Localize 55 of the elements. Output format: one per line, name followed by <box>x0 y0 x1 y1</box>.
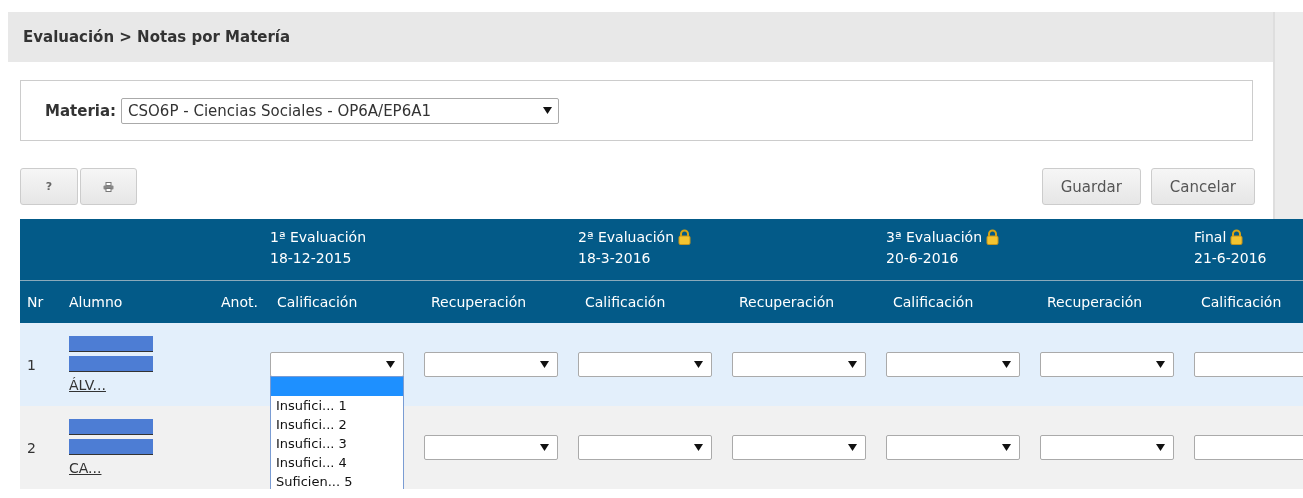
column-header: Recuperación <box>431 294 527 310</box>
grade-select[interactable] <box>1040 435 1174 460</box>
subject-label: Materia: <box>45 101 117 120</box>
caret-icon <box>540 444 549 451</box>
period-date: 20-6-2016 <box>886 250 959 266</box>
column-header: Calificación <box>585 294 666 310</box>
caret-icon <box>848 444 857 451</box>
period-title: 1ª Evaluación <box>270 229 367 245</box>
period-date: 18-3-2016 <box>578 250 651 266</box>
caret-icon <box>848 361 857 368</box>
save-button[interactable]: Guardar <box>1041 168 1141 205</box>
caret-icon <box>386 361 395 368</box>
column-header: Nr <box>27 294 44 310</box>
column-header: Anot. <box>221 294 258 310</box>
caret-icon <box>694 361 703 368</box>
caret-icon <box>1002 444 1011 451</box>
grade-select[interactable] <box>424 435 558 460</box>
grade-select[interactable] <box>578 435 712 460</box>
student-name-link[interactable]: ÁLV... <box>69 375 106 394</box>
printer-icon <box>103 181 114 192</box>
subject-select[interactable]: CSO6P - Ciencias Sociales - OP6A/EP6A1 <box>121 97 560 124</box>
caret-icon <box>694 444 703 451</box>
row-number: 1 <box>26 356 36 373</box>
row-number: 2 <box>26 439 36 456</box>
grade-select[interactable] <box>270 352 404 377</box>
help-button[interactable]: ? <box>20 168 78 205</box>
grade-select[interactable] <box>732 352 866 377</box>
caret-icon <box>540 361 549 368</box>
grade-select[interactable] <box>1194 435 1303 460</box>
column-header: Calificación <box>277 294 358 310</box>
column-header: Recuperación <box>1047 294 1143 310</box>
grade-select[interactable] <box>1040 352 1174 377</box>
period-title: 3ª Evaluación <box>886 229 983 245</box>
grade-select[interactable] <box>732 435 866 460</box>
column-header: Alumno <box>69 294 123 310</box>
grade-select[interactable] <box>424 352 558 377</box>
period-date: 18-12-2015 <box>270 250 352 266</box>
grade-select[interactable] <box>886 352 1020 377</box>
period-title: 2ª Evaluación <box>578 229 675 245</box>
column-header: Calificación <box>1201 294 1282 310</box>
grade-select[interactable] <box>578 352 712 377</box>
student-name-link[interactable]: CA... <box>69 458 102 477</box>
grade-select[interactable] <box>886 435 1020 460</box>
period-title: Final <box>1194 229 1227 245</box>
column-header: Recuperación <box>739 294 835 310</box>
print-button[interactable] <box>80 168 137 205</box>
period-date: 21-6-2016 <box>1194 250 1267 266</box>
cancel-button[interactable]: Cancelar <box>1150 168 1255 205</box>
column-header: Calificación <box>893 294 974 310</box>
breadcrumb: Evaluación > Notas por Matería <box>23 28 291 46</box>
caret-icon <box>543 107 553 114</box>
caret-icon <box>1156 361 1165 368</box>
caret-icon <box>1002 361 1011 368</box>
caret-icon <box>1156 444 1165 451</box>
grade-select[interactable] <box>1194 352 1303 377</box>
